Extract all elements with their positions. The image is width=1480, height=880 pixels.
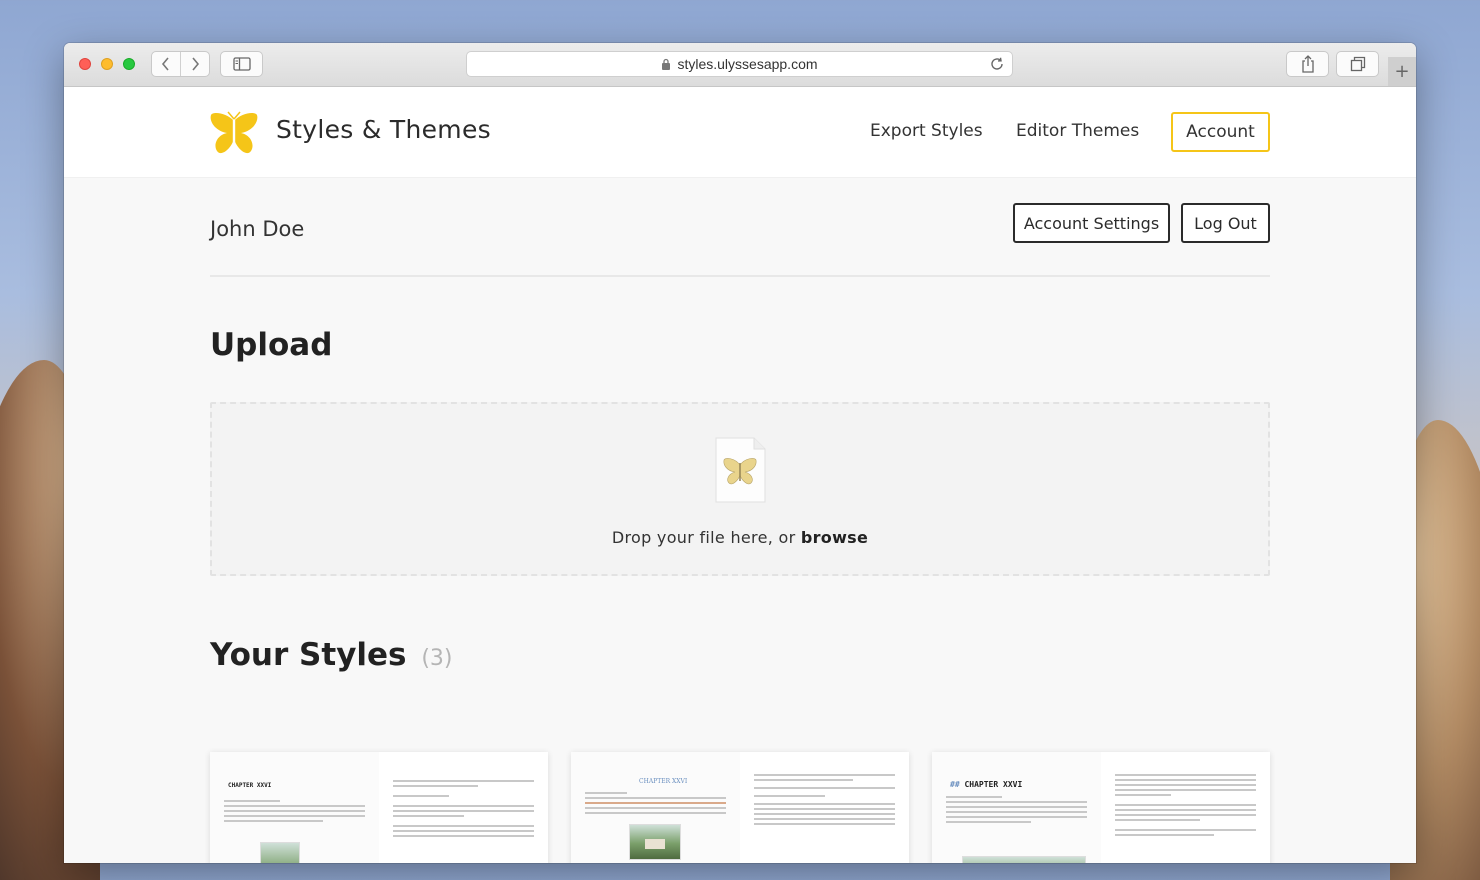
- browser-window: styles.ulyssesapp.com + Styles & Themes …: [64, 43, 1416, 863]
- new-tab-button[interactable]: +: [1388, 57, 1416, 86]
- history-nav-group: [151, 51, 210, 77]
- show-tabs-button[interactable]: [1336, 51, 1379, 77]
- markdown-hash: ##: [950, 780, 960, 789]
- browser-toolbar: styles.ulyssesapp.com +: [64, 43, 1416, 87]
- chevron-right-icon: [192, 57, 200, 71]
- style-preview-page: CHAPTER XXVI: [210, 752, 380, 863]
- style-preview-page: [379, 752, 548, 863]
- dropzone-instruction: Drop your file here, or: [611, 528, 801, 547]
- illustration-image: [629, 824, 681, 860]
- close-window-button[interactable]: [79, 58, 91, 70]
- log-out-button[interactable]: Log Out: [1181, 203, 1270, 243]
- styles-grid: CHAPTER XXVI CHAPTER XXVI ## CHAPTER XXV…: [210, 752, 1270, 863]
- nav-export-styles[interactable]: Export Styles: [870, 121, 983, 141]
- illustration-image: [260, 842, 300, 863]
- chapter-heading: ## CHAPTER XXVI: [950, 780, 1022, 789]
- address-bar[interactable]: styles.ulyssesapp.com: [466, 51, 1013, 77]
- site-header: Styles & Themes Export Styles Editor The…: [64, 87, 1416, 178]
- back-button[interactable]: [152, 52, 180, 76]
- your-styles-heading: Your Styles (3): [210, 637, 452, 673]
- file-dropzone[interactable]: Drop your file here, or browse: [210, 402, 1270, 576]
- butterfly-logo-icon[interactable]: [209, 111, 259, 157]
- style-card[interactable]: CHAPTER XXVI: [210, 752, 548, 863]
- text-preview: [1115, 774, 1256, 839]
- minimize-window-button[interactable]: [101, 58, 113, 70]
- text-preview: [946, 796, 1087, 826]
- lock-icon: [661, 58, 671, 70]
- forward-button[interactable]: [181, 52, 209, 76]
- sidebar-toggle-button[interactable]: [220, 51, 263, 77]
- url-text: styles.ulyssesapp.com: [677, 56, 818, 72]
- account-bar: John Doe Account Settings Log Out: [210, 203, 1270, 277]
- ulysses-file-icon: [715, 437, 766, 503]
- browse-link[interactable]: browse: [801, 528, 868, 547]
- style-preview-page: CHAPTER XXVI: [571, 752, 741, 863]
- share-button[interactable]: [1286, 51, 1329, 77]
- text-preview: [754, 774, 895, 828]
- zoom-window-button[interactable]: [123, 58, 135, 70]
- chevron-left-icon: [161, 57, 169, 71]
- chapter-title: CHAPTER XXVI: [964, 780, 1023, 789]
- reload-icon[interactable]: [988, 55, 1006, 73]
- style-preview-page: [1101, 752, 1270, 863]
- sidebar-icon: [232, 57, 251, 71]
- user-name: John Doe: [210, 217, 305, 241]
- chapter-heading: CHAPTER XXVI: [228, 782, 272, 789]
- style-preview-page: [740, 752, 909, 863]
- page-content: Styles & Themes Export Styles Editor The…: [64, 87, 1416, 863]
- style-preview-page: ## CHAPTER XXVI: [932, 752, 1102, 863]
- tabs-overview-icon: [1350, 56, 1365, 72]
- chapter-heading: CHAPTER XXVI: [639, 778, 688, 785]
- text-preview: [224, 800, 365, 825]
- account-settings-button[interactable]: Account Settings: [1013, 203, 1170, 243]
- upload-heading: Upload: [210, 327, 333, 363]
- text-preview: [585, 792, 726, 817]
- nav-account[interactable]: Account: [1171, 112, 1270, 152]
- style-card[interactable]: ## CHAPTER XXVI: [932, 752, 1270, 863]
- share-icon: [1301, 55, 1314, 73]
- styles-count: (3): [421, 646, 453, 671]
- your-styles-title: Your Styles: [210, 637, 407, 673]
- illustration-image: [962, 856, 1086, 863]
- nav-editor-themes[interactable]: Editor Themes: [1016, 121, 1139, 141]
- style-card[interactable]: CHAPTER XXVI: [571, 752, 909, 863]
- dropzone-text: Drop your file here, or browse: [212, 528, 1268, 547]
- text-preview: [393, 780, 534, 840]
- site-title[interactable]: Styles & Themes: [276, 115, 491, 144]
